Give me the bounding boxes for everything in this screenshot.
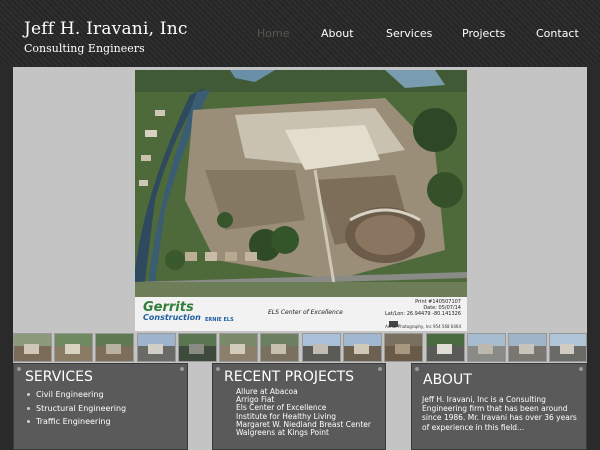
site-subtitle: Consulting Engineers	[24, 42, 145, 55]
hero-slideshow-image[interactable]: Gerrits Construction ERNIE ELS ELS Cente…	[135, 70, 467, 331]
site-header: Jeff H. Iravani, Inc Consulting Engineer…	[0, 0, 600, 66]
service-item[interactable]: Traffic Engineering	[27, 415, 126, 429]
thumbnail-14[interactable]	[549, 333, 587, 362]
service-item[interactable]: Structural Engineering	[27, 402, 126, 416]
services-heading: SERVICES	[25, 369, 93, 385]
nav-services[interactable]: Services	[386, 27, 432, 40]
thumbnail-11[interactable]	[426, 333, 465, 362]
ernie-els-logo-text: ERNIE ELS	[205, 317, 234, 323]
recent-projects-panel: RECENT PROJECTS Allure at Abacoa Arrigo …	[212, 363, 386, 450]
recent-projects-heading: RECENT PROJECTS	[224, 369, 355, 385]
bullet-icon	[27, 393, 30, 396]
construction-logo-text: Construction	[143, 313, 201, 322]
thumbnail-3[interactable]	[95, 333, 134, 362]
bullet-icon	[27, 406, 30, 410]
main-nav: Home About Services Projects Contact	[0, 27, 600, 43]
thumbnail-13[interactable]	[508, 333, 547, 362]
thumbnail-8[interactable]	[302, 333, 341, 362]
nav-about[interactable]: About	[321, 27, 354, 40]
screw-icon	[17, 367, 21, 371]
nav-home[interactable]: Home	[257, 27, 289, 40]
aerial-photo	[135, 70, 467, 297]
screw-icon	[579, 367, 583, 371]
projects-list: Allure at Abacoa Arrigo Fiat Els Center …	[236, 387, 371, 437]
screw-icon	[415, 367, 419, 371]
thumbnail-9[interactable]	[343, 333, 382, 362]
thumbnail-6[interactable]	[219, 333, 258, 362]
main-content: Gerrits Construction ERNIE ELS ELS Cente…	[13, 67, 587, 450]
photo-caption-bar: Gerrits Construction ERNIE ELS ELS Cente…	[135, 297, 467, 331]
caption-photo-info: Print #140507107 Date: 05/07/14 Lat/Lon:…	[385, 299, 461, 317]
thumbnail-2[interactable]	[54, 333, 93, 362]
thumbnail-7[interactable]	[260, 333, 299, 362]
thumbnail-5[interactable]	[178, 333, 217, 362]
thumbnail-10[interactable]	[384, 333, 423, 362]
screw-icon	[216, 367, 220, 371]
thumbnail-1[interactable]	[13, 333, 52, 362]
about-summary: Jeff H. Iravani, Inc is a Consulting Eng…	[422, 395, 577, 432]
thumbnail-strip	[13, 333, 587, 362]
service-item[interactable]: Civil Engineering	[27, 388, 126, 402]
screw-icon	[378, 367, 382, 371]
thumbnail-12[interactable]	[467, 333, 506, 362]
thumbnail-4[interactable]	[137, 333, 176, 362]
nav-contact[interactable]: Contact	[536, 27, 579, 40]
caption-project-name: ELS Center of Excellence	[268, 309, 343, 316]
services-list: Civil Engineering Structural Engineering…	[27, 388, 126, 429]
project-link[interactable]: Walgreens at Kings Point	[236, 428, 371, 437]
about-panel: ABOUT Jeff H. Iravani, Inc is a Consulti…	[411, 363, 587, 450]
nav-projects[interactable]: Projects	[462, 27, 505, 40]
screw-icon	[180, 367, 184, 371]
services-panel: SERVICES Civil Engineering Structural En…	[13, 363, 188, 450]
photo-credit: Aerial Photography, Inc 954 568 6464	[385, 324, 461, 329]
about-heading: ABOUT	[423, 372, 472, 388]
bullet-icon	[27, 420, 30, 423]
